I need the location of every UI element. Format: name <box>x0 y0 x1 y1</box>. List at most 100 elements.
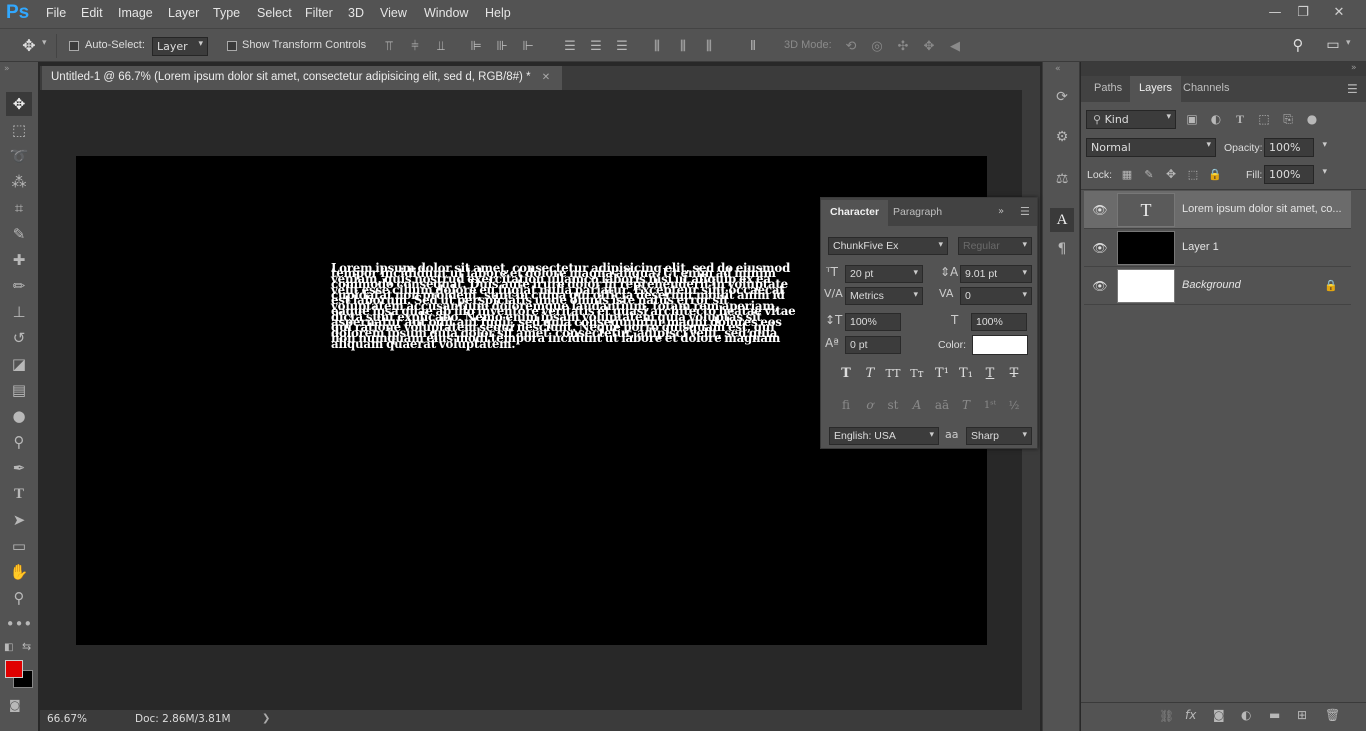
auto-align-icon[interactable]: ⫴ <box>744 37 762 55</box>
blur-tool-icon[interactable]: ● <box>6 404 32 428</box>
marquee-tool-icon[interactable]: ⬚ <box>6 118 32 142</box>
workspace-icon[interactable]: ▭ <box>1322 35 1344 55</box>
3d-slide-icon[interactable]: ✥ <box>920 37 938 55</box>
menu-file[interactable]: File <box>46 6 66 20</box>
auto-select-checkbox[interactable] <box>69 41 79 51</box>
horizontal-scale-input[interactable]: 100% <box>971 313 1027 331</box>
chevron-down-icon[interactable]: ▾ <box>1322 167 1327 177</box>
ligatures-button[interactable]: ﬁ <box>835 396 857 414</box>
history-panel-icon[interactable]: ⟳ <box>1051 86 1073 108</box>
distribute-vcenter-icon[interactable]: ☰ <box>587 37 605 55</box>
layer-style-icon[interactable]: fx <box>1185 708 1196 722</box>
magic-wand-icon[interactable]: ⁂ <box>6 170 32 194</box>
hand-tool-icon[interactable]: ✋ <box>6 560 32 584</box>
minimize-button[interactable]: — <box>1262 2 1288 22</box>
ordinals-button[interactable]: 1ˢᵗ <box>979 396 1001 414</box>
opacity-input[interactable]: 100% ▾ <box>1264 138 1327 157</box>
default-colors-icon[interactable]: ◧ <box>4 642 13 653</box>
subscript-button[interactable]: T₁ <box>955 364 977 382</box>
faux-bold-button[interactable]: T <box>835 364 857 382</box>
layer-mask-icon[interactable]: ◙ <box>1213 708 1225 722</box>
adjustments-panel-icon[interactable]: ⚖ <box>1051 168 1073 190</box>
zoom-level[interactable]: 66.67% <box>47 713 87 725</box>
layer-name[interactable]: Background <box>1182 279 1241 291</box>
swash-button[interactable]: A <box>906 396 928 414</box>
tab-paragraph[interactable]: Paragraph <box>884 200 951 226</box>
titling-button[interactable]: T <box>955 396 977 414</box>
zoom-tool-icon[interactable]: ⚲ <box>6 586 32 610</box>
distribute-hcenter-icon[interactable]: ⫼ <box>674 37 692 55</box>
history-brush-icon[interactable]: ↺ <box>6 326 32 350</box>
font-style-dropdown[interactable]: Regular ▾ <box>958 237 1032 255</box>
lock-artboard-icon[interactable]: ⬚ <box>1185 166 1201 182</box>
lock-pixels-icon[interactable]: ✎ <box>1141 166 1157 182</box>
pen-tool-icon[interactable]: ✒ <box>6 456 32 480</box>
close-tab-icon[interactable]: ✕ <box>542 72 550 83</box>
fractions-button[interactable]: ½ <box>1003 396 1025 414</box>
3d-rotate-icon[interactable]: ⟲ <box>842 37 860 55</box>
status-menu-arrow-icon[interactable]: ❯ <box>262 713 270 724</box>
align-top-icon[interactable]: ⫪ <box>380 37 398 55</box>
healing-brush-icon[interactable]: ✚ <box>6 248 32 272</box>
restore-button[interactable]: ❐ <box>1290 2 1316 22</box>
menu-type[interactable]: Type <box>213 6 240 20</box>
all-caps-button[interactable]: TT <box>882 364 904 382</box>
type-tool-icon[interactable]: T <box>6 482 32 506</box>
visibility-eye-icon[interactable]: 👁 <box>1092 203 1108 217</box>
swap-colors-icon[interactable]: ⇆ <box>22 640 31 653</box>
stylistic-alternates-button[interactable]: st <box>882 396 904 414</box>
text-color-swatch[interactable] <box>972 335 1028 355</box>
lasso-tool-icon[interactable]: ➰ <box>6 144 32 168</box>
adjustment-layer-icon[interactable]: ◐ <box>1241 708 1251 722</box>
filter-type-icon[interactable]: T <box>1232 111 1248 127</box>
link-layers-icon[interactable]: ⛓ <box>1159 709 1174 723</box>
language-dropdown[interactable]: English: USA ▾ <box>829 427 939 445</box>
new-layer-icon[interactable]: ⊞ <box>1297 708 1307 722</box>
auto-select-dropdown[interactable]: Layer ▾ <box>152 37 208 56</box>
blend-mode-dropdown[interactable]: Normal ▾ <box>1086 138 1216 157</box>
preset-chevron-icon[interactable]: ▾ <box>42 38 47 48</box>
clone-stamp-icon[interactable]: ⊥ <box>6 300 32 324</box>
3d-drag-icon[interactable]: ✣ <box>894 37 912 55</box>
distribute-right-icon[interactable]: ⫼ <box>700 37 718 55</box>
align-left-icon[interactable]: ⊫ <box>467 37 485 55</box>
gradient-tool-icon[interactable]: ▤ <box>6 378 32 402</box>
lock-transparent-icon[interactable]: ▦ <box>1119 166 1135 182</box>
visibility-eye-icon[interactable]: 👁 <box>1092 241 1108 255</box>
font-family-dropdown[interactable]: ChunkFive Ex ▾ <box>828 237 948 255</box>
menu-help[interactable]: Help <box>485 6 511 20</box>
brush-tool-icon[interactable]: ✏ <box>6 274 32 298</box>
properties-panel-icon[interactable]: ⚙ <box>1051 126 1073 148</box>
rectangle-tool-icon[interactable]: ▭ <box>6 534 32 558</box>
layer-row-background[interactable]: 👁 Background 🔒 <box>1084 267 1351 305</box>
layer-filter-dropdown[interactable]: ⚲ Kind ▾ <box>1086 110 1176 129</box>
kerning-dropdown[interactable]: Metrics ▾ <box>845 287 923 305</box>
align-right-icon[interactable]: ⊩ <box>519 37 537 55</box>
baseline-shift-input[interactable]: 0 pt <box>845 336 901 354</box>
small-caps-button[interactable]: Tᴛ <box>906 364 928 382</box>
menu-edit[interactable]: Edit <box>81 6 103 20</box>
more-tools-icon[interactable]: ••• <box>6 612 33 636</box>
underline-button[interactable]: T <box>979 364 1001 382</box>
filter-shape-icon[interactable]: ⬚ <box>1256 111 1272 127</box>
close-window-button[interactable]: ✕ <box>1326 2 1352 22</box>
alternates-button[interactable]: aā <box>931 396 953 414</box>
tab-character[interactable]: Character <box>821 200 889 226</box>
text-layer-content[interactable]: Lorem ipsum dolor sit amet, consectetur … <box>331 262 801 350</box>
leading-input[interactable]: 9.01 pt ▾ <box>960 265 1032 283</box>
3d-roll-icon[interactable]: ◎ <box>868 37 886 55</box>
filter-toggle-icon[interactable]: ● <box>1304 111 1320 127</box>
menu-layer[interactable]: Layer <box>168 6 199 20</box>
distribute-bottom-icon[interactable]: ☰ <box>613 37 631 55</box>
collapse-dock-icon[interactable]: « <box>1055 64 1061 74</box>
layer-row-text[interactable]: 👁 T Lorem ipsum dolor sit amet, co... <box>1084 191 1351 229</box>
filter-smart-object-icon[interactable]: ⎘ <box>1280 111 1296 127</box>
align-hcenter-icon[interactable]: ⊪ <box>493 37 511 55</box>
search-icon[interactable]: ⚲ <box>1288 35 1308 55</box>
font-size-input[interactable]: 20 pt ▾ <box>845 265 923 283</box>
fill-input[interactable]: 100% ▾ <box>1264 165 1327 184</box>
document-tab[interactable]: Untitled-1 @ 66.7% (Lorem ipsum dolor si… <box>42 66 562 90</box>
crop-tool-icon[interactable]: ⌗ <box>6 196 32 220</box>
collapse-panel-icon[interactable]: » <box>1351 63 1357 73</box>
filter-adjustment-icon[interactable]: ◐ <box>1208 111 1224 127</box>
